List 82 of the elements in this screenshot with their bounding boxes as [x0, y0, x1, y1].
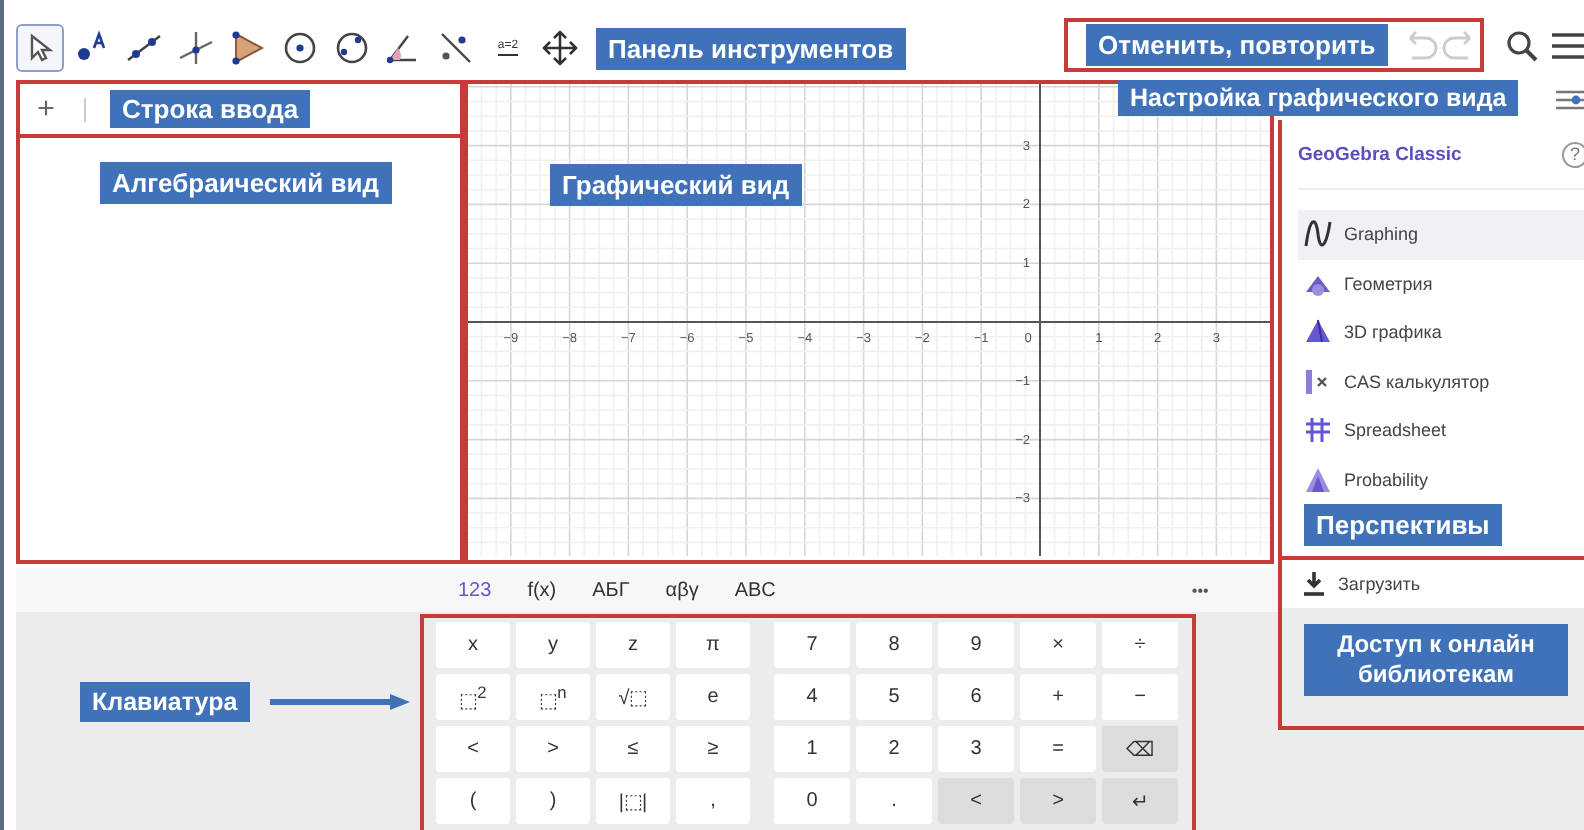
callout-label: Панель инструментов	[596, 28, 906, 70]
help-button[interactable]: ?	[1562, 141, 1584, 167]
keyboard-key[interactable]: z	[596, 622, 670, 668]
keyboard-tab[interactable]: АБГ	[578, 575, 644, 605]
perspective-item[interactable]: Graphing	[1298, 210, 1584, 259]
keyboard-key[interactable]: π	[676, 622, 750, 668]
keyboard-key[interactable]: 8	[856, 622, 932, 668]
keyboard-tab[interactable]: ABC	[720, 575, 790, 605]
keyboard-key[interactable]: |⬚|	[596, 778, 670, 824]
circle-icon	[280, 30, 320, 66]
keyboard-key[interactable]: ≤	[596, 726, 670, 772]
keyboard-key[interactable]: ⬚$^{n}$	[516, 674, 590, 720]
download-icon	[1302, 572, 1326, 596]
keyboard-tab[interactable]: αβγ	[651, 575, 713, 605]
perspective-item[interactable]: Probability	[1298, 455, 1584, 504]
graph-curve-icon	[1304, 220, 1332, 249]
move-arrows-icon	[542, 30, 578, 66]
arrow	[269, 691, 410, 711]
keyboard-key[interactable]: ,	[676, 778, 750, 824]
perpendicular-line-icon	[176, 30, 216, 66]
keyboard-key[interactable]: ÷	[1102, 622, 1178, 668]
perspective-item[interactable]: CAS калькулятор	[1298, 357, 1584, 406]
keyboard-key[interactable]: ⬚$^{2}$	[436, 674, 510, 720]
callout-label: Отменить, повторить	[1086, 24, 1388, 66]
keyboard-key[interactable]: 1	[774, 726, 850, 772]
keyboard-key[interactable]: (	[436, 778, 510, 824]
menu-icon[interactable]	[1552, 32, 1584, 60]
keyboard-key[interactable]: )	[516, 778, 590, 824]
keyboard-key[interactable]: ↵	[1102, 778, 1178, 824]
perspective-item[interactable]: Геометрия	[1298, 259, 1584, 308]
keyboard-key[interactable]: 2	[856, 726, 932, 772]
perspective-item[interactable]: 3D графика	[1298, 308, 1584, 357]
keyboard-key[interactable]: 3	[938, 726, 1014, 772]
keyboard-key[interactable]: <	[938, 778, 1014, 824]
keyboard-key[interactable]: e	[676, 674, 750, 720]
search-icon[interactable]	[1506, 30, 1538, 62]
callout-label: Доступ к онлайн библиотекам	[1304, 624, 1568, 696]
text-cursor	[84, 97, 86, 121]
keyboard-tab[interactable]: f(x)	[513, 575, 571, 605]
probability-icon	[1304, 465, 1332, 494]
keyboard-key[interactable]: 7	[774, 622, 850, 668]
callout-label: Настройка графического вида	[1118, 80, 1519, 116]
keyboard-key[interactable]: 5	[856, 674, 932, 720]
spreadsheet-icon	[1304, 416, 1332, 445]
callout-label: Алгебраический вид	[100, 162, 391, 204]
callout-label: Перспективы	[1304, 504, 1502, 546]
keyboard-key[interactable]: x	[436, 622, 510, 668]
keyboard-tab[interactable]: 123	[444, 575, 506, 605]
keyboard-key[interactable]: ×	[1020, 622, 1096, 668]
settings-icon[interactable]	[1556, 88, 1584, 112]
keyboard-key[interactable]: >	[516, 726, 590, 772]
keyboard-key[interactable]: −	[1102, 674, 1178, 720]
triangle-icon	[228, 30, 268, 66]
perspective-item[interactable]: Spreadsheet	[1298, 406, 1584, 455]
keyboard-key[interactable]: ≥	[676, 726, 750, 772]
tool-button[interactable]	[16, 24, 64, 72]
cas-icon	[1304, 367, 1332, 396]
reflect-line-icon	[436, 30, 476, 66]
more-button[interactable]: •••	[1177, 577, 1223, 603]
add-button[interactable]: +	[20, 92, 72, 126]
pyramid-icon	[1304, 318, 1332, 347]
keyboard-key[interactable]: 6	[938, 674, 1014, 720]
keyboard-key[interactable]: y	[516, 622, 590, 668]
segment-icon	[124, 30, 164, 66]
download-item[interactable]: Загрузить	[1282, 560, 1584, 608]
keyboard-key[interactable]: 4	[774, 674, 850, 720]
keyboard-key[interactable]: >	[1020, 778, 1096, 824]
callout-label: Графический вид	[550, 164, 802, 206]
panel-title: GeoGebra Classic	[1298, 143, 1462, 165]
keyboard-key[interactable]: <	[436, 726, 510, 772]
keyboard-key[interactable]: √⬚	[596, 674, 670, 720]
input-bar[interactable]: + Строка ввода	[20, 84, 460, 138]
keyboard-key[interactable]: .	[856, 778, 932, 824]
keyboard-key[interactable]: 0	[774, 778, 850, 824]
keyboard-key[interactable]: +	[1020, 674, 1096, 720]
callout-label: Строка ввода	[110, 90, 311, 128]
keyboard-key[interactable]: =	[1020, 726, 1096, 772]
callout-label: Клавиатура	[80, 681, 250, 721]
keyboard-key[interactable]: ⌫	[1102, 726, 1178, 772]
keyboard-key[interactable]: 9	[938, 622, 1014, 668]
cursor-arrow-icon	[26, 32, 54, 64]
circle-icon	[332, 30, 372, 66]
